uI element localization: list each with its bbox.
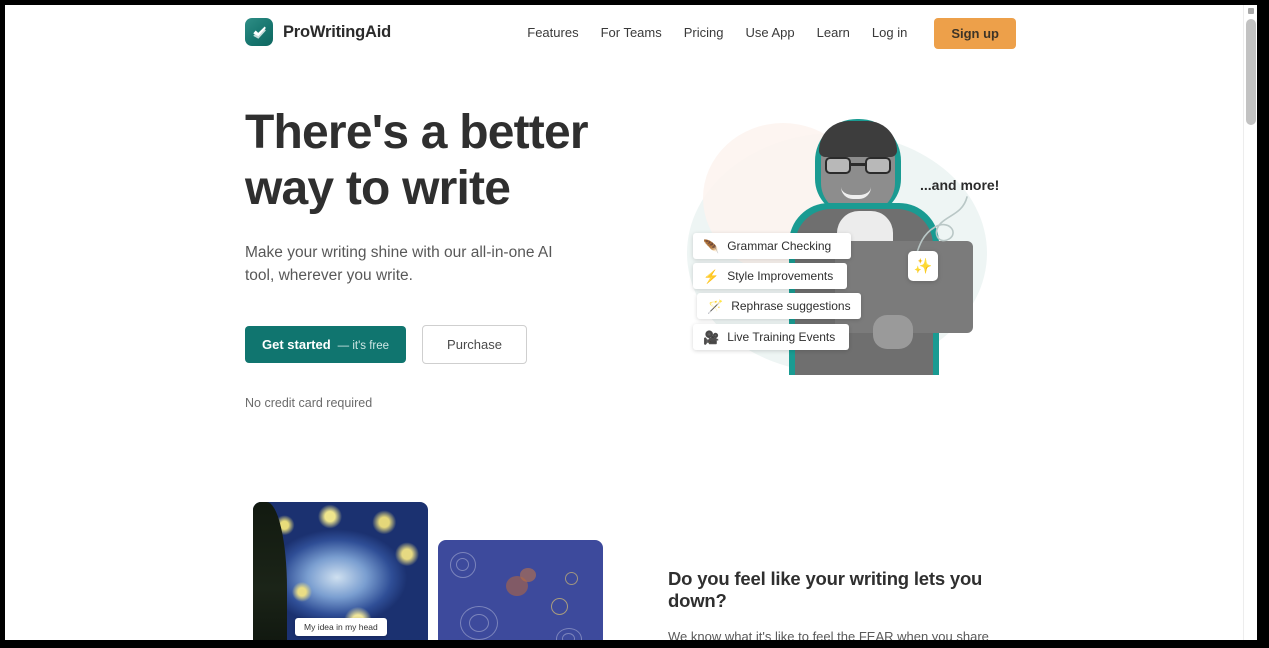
hand — [873, 315, 913, 349]
purchase-button[interactable]: Purchase — [422, 325, 527, 364]
nav-link-use-app[interactable]: Use App — [735, 5, 806, 61]
section2-title: Do you feel like your writing lets you d… — [668, 568, 983, 611]
starry-night-image: My idea in my head — [253, 502, 428, 640]
sign-up-button[interactable]: Sign up — [934, 17, 1016, 49]
sketch-swirl — [565, 572, 578, 585]
nav-link-for-teams[interactable]: For Teams — [590, 5, 673, 61]
feature-label: Grammar Checking — [727, 239, 832, 253]
cypress-tree — [253, 502, 287, 640]
scrollbar-top-cap[interactable] — [1248, 8, 1254, 14]
feather-pen-icon: 🪶 — [703, 238, 720, 254]
get-started-button[interactable]: Get started — it's free — [245, 326, 407, 363]
nav-link-pricing[interactable]: Pricing — [673, 5, 735, 61]
section2-text-block: Do you feel like your writing lets you d… — [668, 568, 1016, 640]
idea-caption: My idea in my head — [295, 618, 387, 636]
sketch-swirl — [562, 633, 575, 640]
hero-text-block: There's a better way to write Make your … — [245, 105, 645, 410]
sketch-swirl — [456, 558, 469, 571]
simple-sketch-image — [438, 540, 603, 640]
page-canvas: ProWritingAid Features For Teams Pricing… — [5, 5, 1257, 640]
prowritingaid-checkmark-icon — [245, 18, 273, 46]
glasses-icon — [825, 157, 891, 174]
page-content: ProWritingAid Features For Teams Pricing… — [5, 5, 1243, 640]
feature-label: Rephrase suggestions — [731, 299, 851, 313]
logo-text: ProWritingAid — [283, 22, 392, 41]
glasses-bridge — [851, 163, 865, 166]
feature-label: Live Training Events — [727, 330, 836, 344]
nav-link-features[interactable]: Features — [516, 5, 589, 61]
sketch-blotch — [506, 576, 528, 596]
hero-subtitle: Make your writing shine with our all-in-… — [245, 244, 553, 284]
main-nav: Features For Teams Pricing Use App Learn… — [516, 5, 1016, 61]
section2-illustration: My idea in my head — [253, 502, 603, 640]
feature-pill-live-training-events[interactable]: 🎥 Live Training Events — [693, 324, 850, 350]
get-started-suffix: — it's free — [337, 340, 390, 352]
get-started-label: Get started — [262, 337, 331, 352]
feature-pill-grammar-checking[interactable]: 🪶 Grammar Checking — [693, 233, 852, 259]
hero-title-line-1: There's a better — [245, 106, 589, 159]
feature-pill-rephrase-suggestions[interactable]: 🪄 Rephrase suggestions — [697, 293, 861, 319]
magic-wand-icon: 🪄 — [707, 298, 724, 314]
feature-pill-style-improvements[interactable]: ⚡ Style Improvements — [693, 263, 848, 289]
feature-label: Style Improvements — [727, 269, 834, 283]
scrollbar-thumb[interactable] — [1246, 19, 1256, 125]
section2-body: We know what it's like to feel the FEAR … — [668, 629, 989, 640]
sketch-swirl — [551, 598, 568, 615]
no-credit-card-note: No credit card required — [245, 396, 373, 410]
hero-actions: Get started — it's free Purchase — [245, 325, 645, 364]
vertical-scrollbar[interactable] — [1243, 5, 1257, 640]
glasses-lens-left — [825, 157, 851, 174]
and-more-callout: ...and more! — [920, 177, 1000, 193]
movie-camera-icon: 🎥 — [703, 329, 720, 345]
glasses-lens-right — [865, 157, 891, 174]
logo-link[interactable]: ProWritingAid — [245, 18, 391, 46]
nav-link-learn[interactable]: Learn — [806, 5, 861, 61]
sketch-swirl — [469, 614, 489, 632]
site-header: ProWritingAid Features For Teams Pricing… — [5, 5, 1243, 61]
sparkles-icon: ✨ — [913, 258, 933, 275]
nav-link-log-in[interactable]: Log in — [861, 5, 918, 61]
hero-title-line-2: way to write — [245, 162, 511, 215]
hero-illustration: 🪶 Grammar Checking ⚡ Style Improvements … — [665, 105, 1025, 405]
browser-window: ProWritingAid Features For Teams Pricing… — [0, 0, 1269, 648]
page-title: There's a better way to write — [245, 105, 645, 217]
lightning-bolt-icon: ⚡ — [703, 268, 720, 284]
sparkles-badge[interactable]: ✨ — [908, 251, 938, 281]
hair — [819, 121, 897, 157]
